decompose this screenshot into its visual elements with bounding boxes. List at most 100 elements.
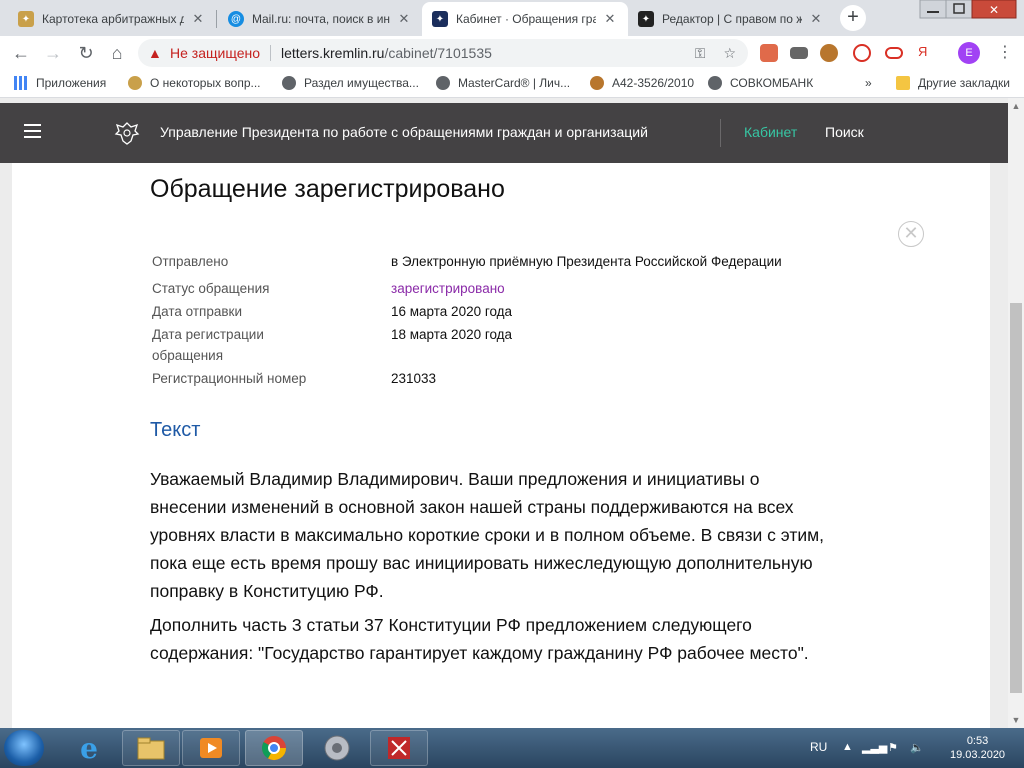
appeal-text: Уважаемый Владимир Владимирович. Ваши пр… xyxy=(150,465,840,673)
detail-row: Дата отправки 16 марта 2020 года xyxy=(152,301,852,322)
appeal-paragraph: Дополнить часть 3 статьи 37 Конституции … xyxy=(150,615,809,663)
mailru-favicon-icon: @ xyxy=(228,11,244,27)
clock[interactable]: 0:53 19.03.2020 xyxy=(950,734,1005,762)
detail-row: Регистрационный номер 231033 xyxy=(152,368,852,389)
new-tab-button[interactable]: + xyxy=(840,5,866,31)
scroll-down-icon[interactable]: ▼ xyxy=(1008,712,1024,728)
close-tab-icon[interactable]: ✕ xyxy=(396,11,412,27)
page-viewport: Управление Президента по работе с обраще… xyxy=(0,98,1024,728)
detail-key: Регистрационный номер xyxy=(152,371,307,386)
detail-row: Отправлено в Электронную приёмную Презид… xyxy=(152,251,852,272)
url-host: letters.kremlin.ru xyxy=(281,45,385,61)
bookmark-item[interactable]: О некоторых вопр... xyxy=(128,76,261,90)
home-icon[interactable]: ⌂ xyxy=(106,42,128,64)
tab-title: Mail.ru: почта, поиск в ин xyxy=(252,12,390,26)
scroll-up-icon[interactable]: ▲ xyxy=(1008,98,1024,114)
extension-icon[interactable] xyxy=(820,44,838,62)
editor-favicon-icon: ✦ xyxy=(638,11,654,27)
tab-arbitration[interactable]: ✦ Картотека арбитражных д ✕ xyxy=(8,2,216,36)
appeal-paragraph: Уважаемый Владимир Владимирович. Ваши пр… xyxy=(150,469,824,601)
warning-triangle-icon[interactable]: ▲ xyxy=(148,45,164,61)
close-tab-icon[interactable]: ✕ xyxy=(602,11,618,27)
close-tab-icon[interactable]: ✕ xyxy=(808,11,824,27)
svg-text:e: e xyxy=(80,732,98,764)
internet-explorer-icon[interactable]: e xyxy=(60,730,118,766)
speaker-app-icon[interactable] xyxy=(308,730,366,766)
nav-search[interactable]: Поиск xyxy=(825,124,864,140)
network-icon[interactable]: ▂▃▅ xyxy=(862,741,887,754)
reload-icon[interactable]: ↻ xyxy=(75,42,97,64)
bookmarks-overflow-button[interactable]: » xyxy=(865,76,872,90)
site-header: Управление Президента по работе с обраще… xyxy=(0,103,1008,163)
chrome-icon[interactable] xyxy=(245,730,303,766)
clock-time: 0:53 xyxy=(966,735,989,747)
pdf-extension-icon[interactable] xyxy=(760,44,778,62)
window-buttons-icon: ✕ xyxy=(919,0,1017,19)
status-badge: зарегистрировано xyxy=(391,281,505,296)
media-player-icon[interactable] xyxy=(182,730,240,766)
kremlin-favicon-icon: ✦ xyxy=(432,11,448,27)
extension-icon[interactable] xyxy=(853,44,871,62)
tab-title: Картотека арбитражных д xyxy=(42,12,184,26)
tab-title: Кабинет · Обращения гра xyxy=(456,12,596,26)
svg-text:✕: ✕ xyxy=(989,3,999,17)
registration-number: 231033 xyxy=(391,371,437,386)
windows-start-button[interactable] xyxy=(4,730,44,766)
star-bookmark-icon[interactable]: ☆ xyxy=(723,45,736,62)
bookmark-label: Другие закладки xyxy=(918,76,1010,90)
bookmark-apps[interactable]: Приложения xyxy=(14,76,106,90)
extension-icon[interactable] xyxy=(790,47,808,59)
close-tab-icon[interactable]: ✕ xyxy=(190,11,206,27)
bookmark-item[interactable]: А42-3526/2010 xyxy=(590,76,694,90)
bookmark-item[interactable]: Раздел имущества... xyxy=(282,76,419,90)
bookmark-label: Приложения xyxy=(36,76,107,90)
appeal-card: Обращение зарегистрировано ✕ Отправлено … xyxy=(12,163,990,728)
back-arrow-icon[interactable]: ← xyxy=(10,42,32,64)
show-hidden-icons-icon[interactable]: ▲ xyxy=(842,741,853,753)
clock-date: 19.03.2020 xyxy=(950,749,1006,761)
bookmarks-bar: Приложения О некоторых вопр... Раздел им… xyxy=(0,70,1024,98)
scrollbar-thumb[interactable] xyxy=(1010,303,1022,693)
tab-mailru[interactable]: @ Mail.ru: почта, поиск в ин ✕ xyxy=(218,2,422,36)
bookmark-label: А42-3526/2010 xyxy=(612,76,695,90)
detail-value: 16 марта 2020 года xyxy=(391,304,513,319)
bookmark-item[interactable]: MasterCard® | Лич... xyxy=(436,76,570,90)
emblem-favicon-icon: ✦ xyxy=(18,11,34,27)
bookmark-label: MasterCard® | Лич... xyxy=(458,76,571,90)
page-scrollbar[interactable]: ▲ ▼ xyxy=(1008,98,1024,728)
tab-editor[interactable]: ✦ Редактор | С правом по ж ✕ xyxy=(628,2,834,36)
windows-taskbar: e RU ▲ ▂▃▅ ⚑ 🔈 0:53 19.03.2020 xyxy=(0,728,1024,768)
globe-icon xyxy=(436,76,450,90)
nav-cabinet[interactable]: Кабинет xyxy=(744,124,797,140)
double-headed-eagle-icon xyxy=(114,122,140,145)
address-bar[interactable]: ▲ Не защищено letters.kremlin.ru/cabinet… xyxy=(138,39,748,67)
header-divider xyxy=(720,119,721,147)
bookmark-item[interactable]: СОВКОМБАНК xyxy=(708,76,813,90)
bookmark-label: Раздел имущества... xyxy=(304,76,419,90)
detail-key: Статус обращения xyxy=(152,281,270,296)
app-red-icon[interactable] xyxy=(370,730,428,766)
site-title[interactable]: Управление Президента по работе с обраще… xyxy=(160,124,648,140)
key-icon[interactable]: ⚿ xyxy=(695,45,706,62)
security-label[interactable]: Не защищено xyxy=(170,45,260,61)
yandex-icon[interactable]: Я xyxy=(918,44,936,62)
browser-toolbar: ← → ↻ ⌂ ▲ Не защищено letters.kremlin.ru… xyxy=(0,36,1024,70)
detail-key: Отправлено xyxy=(152,254,229,269)
bookmark-label: О некоторых вопр... xyxy=(150,76,261,90)
forward-arrow-icon[interactable]: → xyxy=(42,42,64,64)
globe-icon xyxy=(282,76,296,90)
browser-tab-strip: ✦ Картотека арбитражных д ✕ @ Mail.ru: п… xyxy=(0,0,1024,36)
close-icon[interactable]: ✕ xyxy=(898,221,924,247)
apps-grid-icon xyxy=(14,76,28,90)
language-indicator[interactable]: RU xyxy=(810,740,827,754)
folder-icon xyxy=(896,76,910,90)
hamburger-menu-icon[interactable] xyxy=(24,124,41,138)
tab-cabinet[interactable]: ✦ Кабинет · Обращения гра ✕ xyxy=(422,2,628,36)
other-bookmarks[interactable]: Другие закладки xyxy=(896,76,1010,90)
file-explorer-icon[interactable] xyxy=(122,730,180,766)
volume-icon[interactable]: 🔈 xyxy=(910,741,924,754)
menu-dots-icon[interactable]: ⋮ xyxy=(997,41,1013,65)
cloud-icon[interactable] xyxy=(885,47,903,59)
profile-avatar[interactable]: E xyxy=(958,42,980,64)
action-center-flag-icon[interactable]: ⚑ xyxy=(888,741,898,754)
